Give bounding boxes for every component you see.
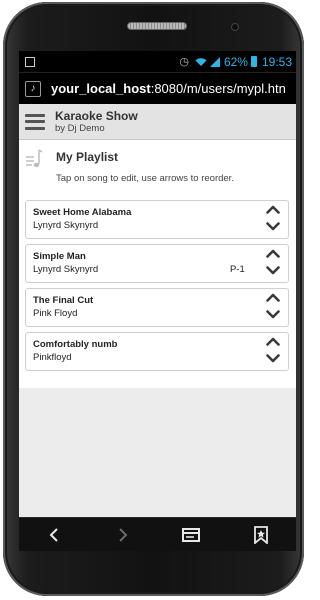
- song-title: Sweet Home Alabama: [33, 207, 132, 218]
- earpiece-speaker: [127, 22, 187, 30]
- move-down-icon[interactable]: [266, 310, 280, 319]
- song-title: The Final Cut: [33, 295, 94, 306]
- app-subtitle: by Dj Demo: [55, 122, 105, 134]
- playlist-panel: My Playlist Tap on song to edit, use arr…: [19, 140, 296, 388]
- playlist-header: My Playlist Tap on song to edit, use arr…: [19, 140, 296, 200]
- song-tag: P-1: [230, 264, 245, 275]
- picture-notification-icon: [25, 56, 35, 67]
- site-favicon-icon: ♪: [25, 80, 41, 97]
- move-up-icon[interactable]: [266, 293, 280, 302]
- song-artist: Lynyrd Skynyrd: [33, 264, 99, 275]
- move-up-icon[interactable]: [266, 205, 280, 214]
- playlist-title: My Playlist: [56, 150, 119, 164]
- address-bar[interactable]: ♪ your_local_host:8080/m/users/mypl.htn: [19, 72, 296, 104]
- forward-button[interactable]: [111, 523, 135, 547]
- app-title: Karaoke Show: [55, 108, 138, 123]
- move-down-icon[interactable]: [266, 266, 280, 275]
- song-artist: Pinkfloyd: [33, 352, 72, 363]
- browser-nav-bar: [19, 517, 296, 551]
- song-item[interactable]: Comfortably numb Pinkfloyd: [25, 332, 289, 371]
- battery-percent: 62%: [223, 54, 248, 69]
- url-path: :8080/m/users/mypl.htn: [150, 81, 286, 96]
- playlist-instructions: Tap on song to edit, use arrows to reord…: [56, 173, 234, 184]
- tabs-button[interactable]: [180, 523, 204, 547]
- forward-icon: [119, 527, 128, 542]
- playlist-music-icon: [26, 149, 43, 168]
- menu-icon[interactable]: [25, 113, 45, 130]
- app-header: Karaoke Show by Dj Demo: [19, 104, 296, 140]
- song-item[interactable]: Simple Man Lynyrd Skynyrd P-1: [25, 244, 289, 283]
- move-up-icon[interactable]: [266, 337, 280, 346]
- tabs-icon: [182, 527, 201, 542]
- song-artist: Lynyrd Skynyrd: [33, 220, 99, 231]
- back-icon: [49, 527, 58, 542]
- front-camera: [232, 24, 238, 30]
- signal-icon: [209, 56, 220, 67]
- app-title-block: Karaoke Show by Dj Demo: [55, 109, 138, 135]
- clock: 19:53: [261, 54, 292, 69]
- wifi-icon: [195, 57, 207, 66]
- song-title: Simple Man: [33, 251, 86, 262]
- song-title: Comfortably numb: [33, 339, 118, 350]
- move-up-icon[interactable]: [266, 249, 280, 258]
- url-host: your_local_host: [51, 81, 151, 96]
- bookmark-icon: [254, 525, 269, 544]
- bookmark-button[interactable]: [249, 523, 273, 547]
- alarm-icon: ◷: [179, 56, 189, 68]
- empty-page-area: [19, 388, 296, 517]
- status-bar: ◷ 62% 19:53: [19, 51, 296, 72]
- move-down-icon[interactable]: [266, 354, 280, 363]
- song-item[interactable]: Sweet Home Alabama Lynyrd Skynyrd: [25, 200, 289, 239]
- screen: ◷ 62% 19:53 ♪ your_local_host:8080/m/use…: [19, 51, 296, 551]
- url-text[interactable]: your_local_host:8080/m/users/mypl.htn: [51, 81, 286, 96]
- move-down-icon[interactable]: [266, 222, 280, 231]
- song-item[interactable]: The Final Cut Pink Floyd: [25, 288, 289, 327]
- phone-frame: ◷ 62% 19:53 ♪ your_local_host:8080/m/use…: [3, 2, 304, 596]
- battery-icon: [250, 56, 257, 67]
- song-artist: Pink Floyd: [33, 308, 78, 319]
- back-button[interactable]: [42, 523, 66, 547]
